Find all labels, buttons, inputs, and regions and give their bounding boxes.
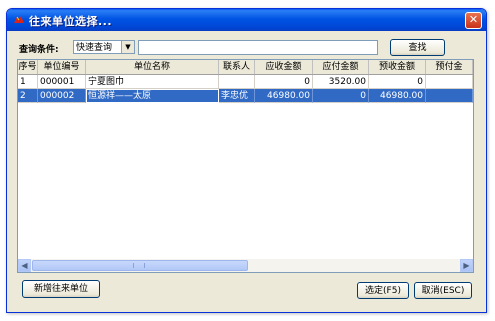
cell-prereceived: 0 (369, 75, 426, 89)
query-mode-value: 快速查询 (76, 43, 113, 53)
app-icon (14, 16, 24, 23)
add-unit-button[interactable]: 新增往来单位 (22, 280, 100, 298)
search-button[interactable]: 查找 (390, 39, 445, 56)
column-header-payable[interactable]: 应付金额 (313, 60, 369, 74)
scroll-thumb[interactable] (32, 260, 248, 271)
cell-receivable: 46980.00 (255, 89, 313, 103)
column-header-name[interactable]: 单位名称 (86, 60, 219, 74)
grip-icon (133, 263, 145, 268)
cell-payable: 0 (313, 89, 369, 103)
table-row[interactable]: 1 000001 宁夏图巾 0 3520.00 0 (18, 75, 473, 89)
column-header-code[interactable]: 单位编号 (38, 60, 86, 74)
unit-table[interactable]: 序号 单位编号 单位名称 联系人 应收金额 应付金额 预收金额 预付金 1 00… (17, 59, 474, 273)
cell-contact (219, 75, 255, 89)
cell-prepaid (426, 89, 473, 103)
title-bar[interactable]: 往来单位选择... ✕ (7, 9, 486, 31)
cell-name: 宁夏图巾 (86, 75, 219, 89)
cell-code: 000002 (38, 89, 86, 103)
column-header-prereceived[interactable]: 预收金额 (369, 60, 426, 74)
table-header: 序号 单位编号 单位名称 联系人 应收金额 应付金额 预收金额 预付金 (18, 60, 473, 75)
scroll-left-icon[interactable]: ◀ (18, 259, 31, 272)
column-header-index[interactable]: 序号 (18, 60, 38, 74)
cell-prereceived: 46980.00 (369, 89, 426, 103)
cell-payable: 3520.00 (313, 75, 369, 89)
horizontal-scrollbar[interactable]: ◀ ▶ (18, 259, 473, 272)
select-button[interactable]: 选定(F5) (357, 282, 409, 299)
cell-name: 恒源祥——太原 (86, 89, 219, 103)
cell-contact: 李忠优 (219, 89, 255, 103)
table-row-selected[interactable]: 2 000002 恒源祥——太原 李忠优 46980.00 0 46980.00 (18, 89, 473, 103)
query-condition-label: 查询条件: (19, 45, 59, 55)
column-header-prepaid[interactable]: 预付金 (426, 60, 473, 74)
chevron-down-icon[interactable]: ▼ (121, 41, 134, 53)
query-mode-select[interactable]: 快速查询 ▼ (73, 40, 135, 54)
column-header-receivable[interactable]: 应收金额 (255, 60, 313, 74)
close-button[interactable]: ✕ (465, 12, 482, 29)
cell-prepaid (426, 75, 473, 89)
cell-index: 2 (18, 89, 38, 103)
close-icon: ✕ (468, 13, 479, 26)
cell-receivable: 0 (255, 75, 313, 89)
cell-code: 000001 (38, 75, 86, 89)
column-header-contact[interactable]: 联系人 (219, 60, 255, 74)
cancel-button[interactable]: 取消(ESC) (414, 282, 472, 299)
query-row: 查询条件: 快速查询 ▼ 查找 (7, 39, 486, 57)
search-input[interactable] (138, 40, 378, 55)
dialog-title: 往来单位选择... (29, 15, 113, 28)
cell-index: 1 (18, 75, 38, 89)
scroll-right-icon[interactable]: ▶ (460, 259, 473, 272)
unit-select-dialog: 往来单位选择... ✕ 查询条件: 快速查询 ▼ 查找 序号 单位编号 单位名称… (6, 8, 487, 313)
